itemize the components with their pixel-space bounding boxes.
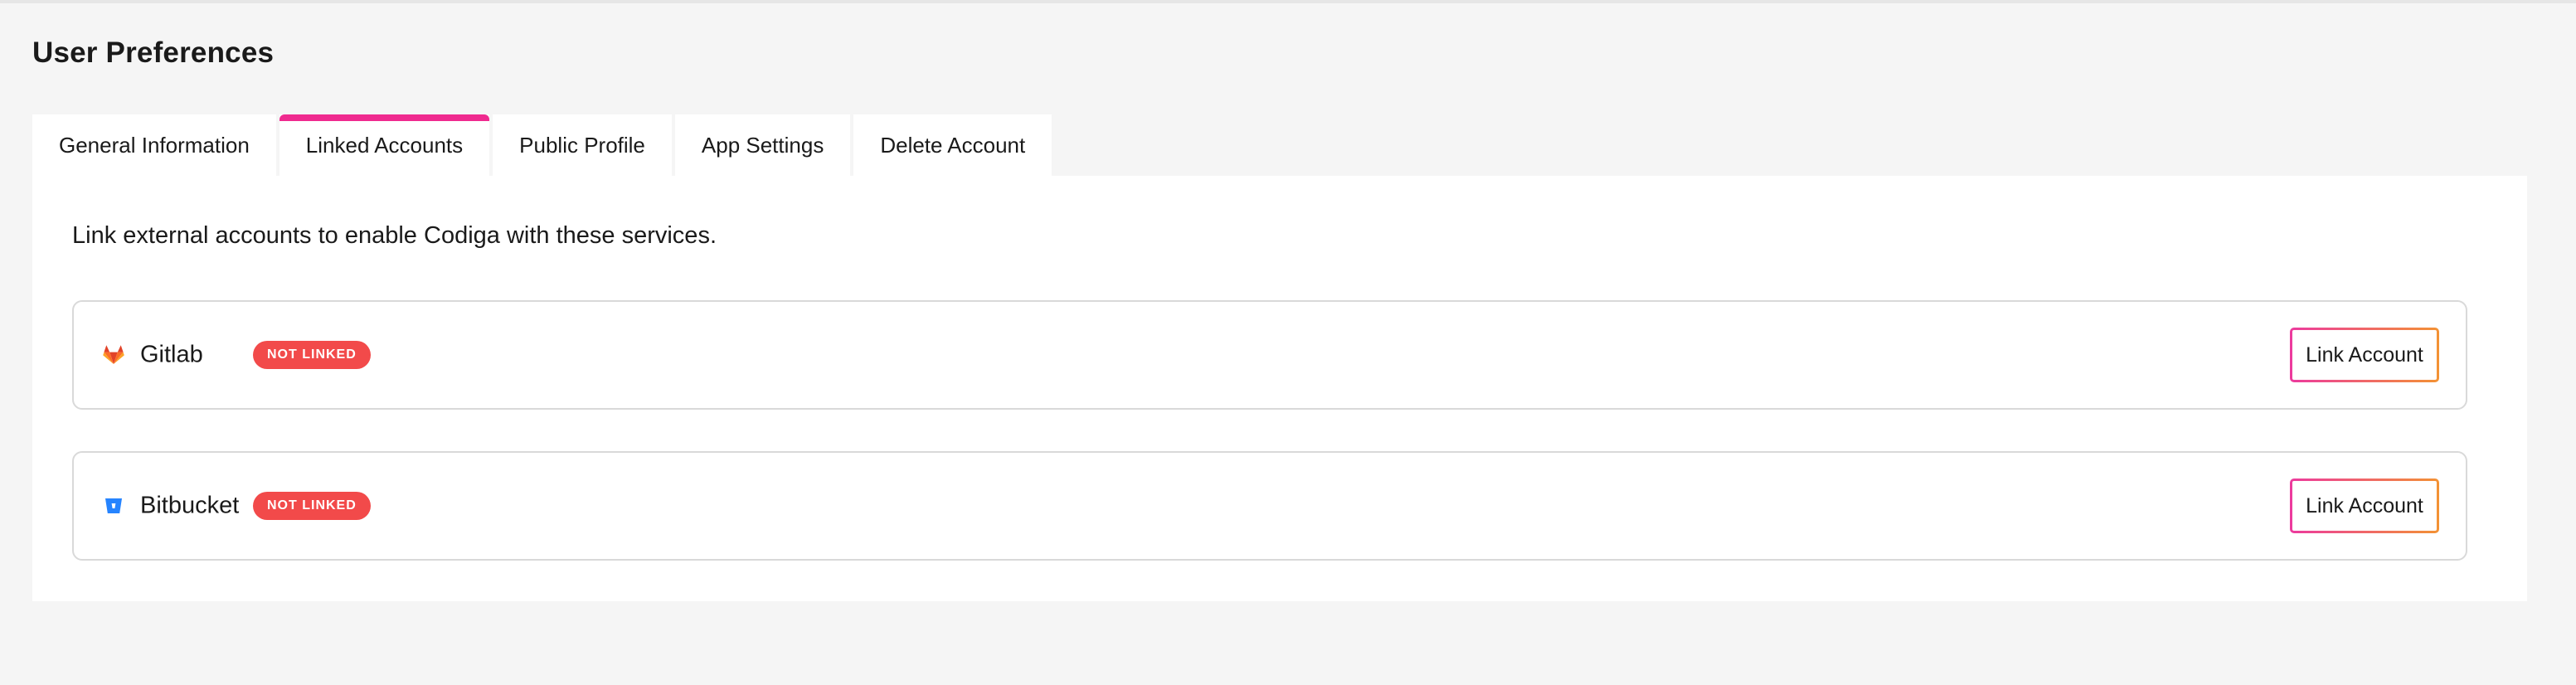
link-account-button-bitbucket[interactable]: Link Account — [2290, 479, 2439, 533]
tab-label: App Settings — [701, 132, 824, 158]
tab-label: Linked Accounts — [305, 132, 464, 158]
account-card-gitlab: Gitlab NOT LINKED Link Account — [72, 300, 2467, 410]
status-badge: NOT LINKED — [253, 341, 371, 369]
tab-label: Delete Account — [880, 132, 1026, 158]
tab-general-information[interactable]: General Information — [32, 114, 276, 176]
link-account-button-gitlab[interactable]: Link Account — [2290, 328, 2439, 382]
account-name: Gitlab — [140, 341, 203, 368]
tab-label: General Information — [59, 132, 250, 158]
top-divider — [0, 0, 2576, 3]
bitbucket-icon — [102, 494, 125, 517]
intro-text: Link external accounts to enable Codiga … — [72, 222, 717, 249]
linked-accounts-panel: Link external accounts to enable Codiga … — [32, 176, 2527, 601]
tab-app-settings[interactable]: App Settings — [674, 114, 851, 176]
account-card-bitbucket: Bitbucket NOT LINKED Link Account — [72, 451, 2467, 561]
tab-public-profile[interactable]: Public Profile — [493, 114, 672, 176]
account-name: Bitbucket — [140, 492, 240, 519]
gitlab-icon — [102, 343, 125, 367]
page-title: User Preferences — [32, 36, 275, 69]
tab-label: Public Profile — [519, 132, 645, 158]
tab-delete-account[interactable]: Delete Account — [853, 114, 1052, 176]
tab-linked-accounts[interactable]: Linked Accounts — [279, 114, 490, 176]
preferences-tabs: General Information Linked Accounts Publ… — [32, 114, 1055, 176]
status-badge: NOT LINKED — [253, 492, 371, 520]
